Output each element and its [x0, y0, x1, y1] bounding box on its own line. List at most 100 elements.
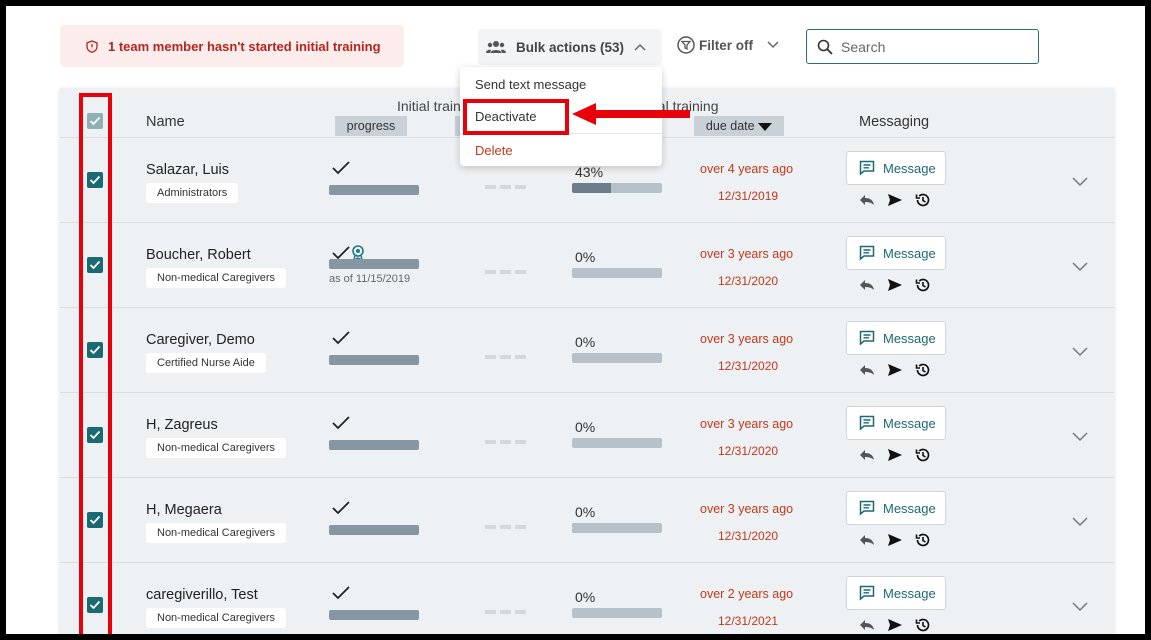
role-badge: Non-medical Caregivers — [146, 268, 286, 288]
table-row[interactable]: Boucher, Robert Non-medical Caregivers a… — [60, 223, 1114, 308]
search-input[interactable] — [841, 38, 1031, 55]
annual-percent: 0% — [575, 589, 596, 605]
table-row[interactable]: H, Zagreus Non-medical Caregivers 0% ove… — [60, 393, 1114, 478]
due-date: 12/31/2020 — [718, 359, 779, 373]
reply-icon[interactable] — [859, 279, 875, 291]
table-row[interactable]: Caregiver, Demo Certified Nurse Aide 0% … — [60, 308, 1114, 393]
message-actions — [859, 192, 931, 208]
deactivate-highlight — [463, 99, 569, 135]
message-label: Message — [883, 330, 936, 346]
history-icon[interactable] — [915, 447, 931, 463]
progress-column-header[interactable]: progress — [335, 116, 407, 136]
annual-percent: 0% — [575, 334, 596, 350]
menu-item-delete[interactable]: Delete — [475, 143, 513, 158]
empty-value-dashes — [485, 525, 526, 529]
due-date: 12/31/2019 — [718, 189, 779, 203]
due-relative: over 3 years ago — [700, 502, 794, 516]
menu-item-send-text[interactable]: Send text message — [475, 77, 586, 92]
table-row[interactable]: caregiverillo, Test Non-medical Caregive… — [60, 563, 1114, 634]
role-badge: Non-medical Caregivers — [146, 608, 286, 628]
member-name[interactable]: caregiverillo, Test — [146, 587, 258, 603]
message-button[interactable]: Message — [846, 236, 946, 270]
chevron-down-icon[interactable] — [1072, 347, 1088, 357]
search-icon — [817, 39, 833, 55]
message-actions — [859, 447, 931, 463]
member-name[interactable]: H, Zagreus — [146, 417, 218, 433]
annual-progress-bar — [572, 438, 662, 448]
sort-desc-icon — [758, 122, 773, 131]
filter-icon — [677, 36, 695, 54]
message-button[interactable]: Message — [846, 406, 946, 440]
message-actions — [859, 532, 931, 548]
checkmark-icon — [332, 586, 350, 600]
search-box[interactable] — [806, 29, 1039, 64]
training-alert[interactable]: 1 team member hasn't started initial tra… — [60, 25, 404, 67]
message-button[interactable]: Message — [846, 151, 946, 185]
empty-value-dashes — [485, 185, 526, 189]
checkmark-icon — [332, 416, 350, 430]
message-button[interactable]: Message — [846, 491, 946, 525]
name-column-header[interactable]: Name — [146, 114, 185, 130]
history-icon[interactable] — [915, 277, 931, 293]
send-icon[interactable] — [887, 278, 903, 292]
role-badge: Certified Nurse Aide — [146, 353, 266, 373]
reply-icon[interactable] — [859, 534, 875, 546]
member-name[interactable]: Caregiver, Demo — [146, 332, 255, 348]
empty-value-dashes — [485, 610, 526, 614]
role-badge: Non-medical Caregivers — [146, 438, 286, 458]
history-icon[interactable] — [915, 362, 931, 378]
chevron-up-icon — [634, 43, 646, 51]
send-icon[interactable] — [887, 533, 903, 547]
member-name[interactable]: H, Megaera — [146, 502, 222, 518]
reply-icon[interactable] — [859, 364, 875, 376]
message-icon — [859, 500, 875, 516]
annual-progress-bar — [572, 353, 662, 363]
chevron-down-icon[interactable] — [1072, 432, 1088, 442]
history-icon[interactable] — [915, 617, 931, 633]
message-label: Message — [883, 245, 936, 261]
initial-progress-bar — [329, 440, 419, 450]
due-relative: over 3 years ago — [700, 247, 794, 261]
filter-button[interactable]: Filter off — [677, 36, 779, 54]
send-icon[interactable] — [887, 618, 903, 632]
history-icon[interactable] — [915, 532, 931, 548]
checkmark-icon — [332, 246, 350, 260]
send-icon[interactable] — [887, 448, 903, 462]
checkbox-column-highlight — [79, 93, 112, 634]
empty-value-dashes — [485, 270, 526, 274]
initial-progress-bar — [329, 355, 419, 365]
message-label: Message — [883, 585, 936, 601]
send-icon[interactable] — [887, 363, 903, 377]
bulk-actions-button[interactable]: Bulk actions (53) — [478, 29, 662, 65]
member-name[interactable]: Salazar, Luis — [146, 162, 229, 178]
due-date-column-header[interactable]: due date — [694, 116, 784, 136]
due-relative: over 3 years ago — [700, 332, 794, 346]
annual-percent: 0% — [575, 419, 596, 435]
app-window: 1 team member hasn't started initial tra… — [6, 6, 1145, 634]
member-name[interactable]: Boucher, Robert — [146, 247, 251, 263]
reply-icon[interactable] — [859, 619, 875, 631]
annual-percent: 0% — [575, 249, 596, 265]
chevron-down-icon[interactable] — [1072, 517, 1088, 527]
history-icon[interactable] — [915, 192, 931, 208]
due-relative: over 4 years ago — [700, 162, 794, 176]
chevron-down-icon[interactable] — [1072, 602, 1088, 612]
message-actions — [859, 277, 931, 293]
due-date: 12/31/2020 — [718, 274, 779, 288]
empty-value-dashes — [485, 440, 526, 444]
annual-progress-bar — [572, 183, 662, 193]
message-icon — [859, 160, 875, 176]
reply-icon[interactable] — [859, 194, 875, 206]
reply-icon[interactable] — [859, 449, 875, 461]
message-button[interactable]: Message — [846, 576, 946, 610]
chevron-down-icon[interactable] — [1072, 177, 1088, 187]
message-button[interactable]: Message — [846, 321, 946, 355]
chevron-down-icon — [767, 41, 779, 49]
due-relative: over 2 years ago — [700, 587, 794, 601]
message-icon — [859, 415, 875, 431]
send-icon[interactable] — [887, 193, 903, 207]
table-row[interactable]: H, Megaera Non-medical Caregivers 0% ove… — [60, 478, 1114, 563]
message-actions — [859, 617, 931, 633]
due-date-label: due date — [705, 119, 755, 133]
chevron-down-icon[interactable] — [1072, 262, 1088, 272]
